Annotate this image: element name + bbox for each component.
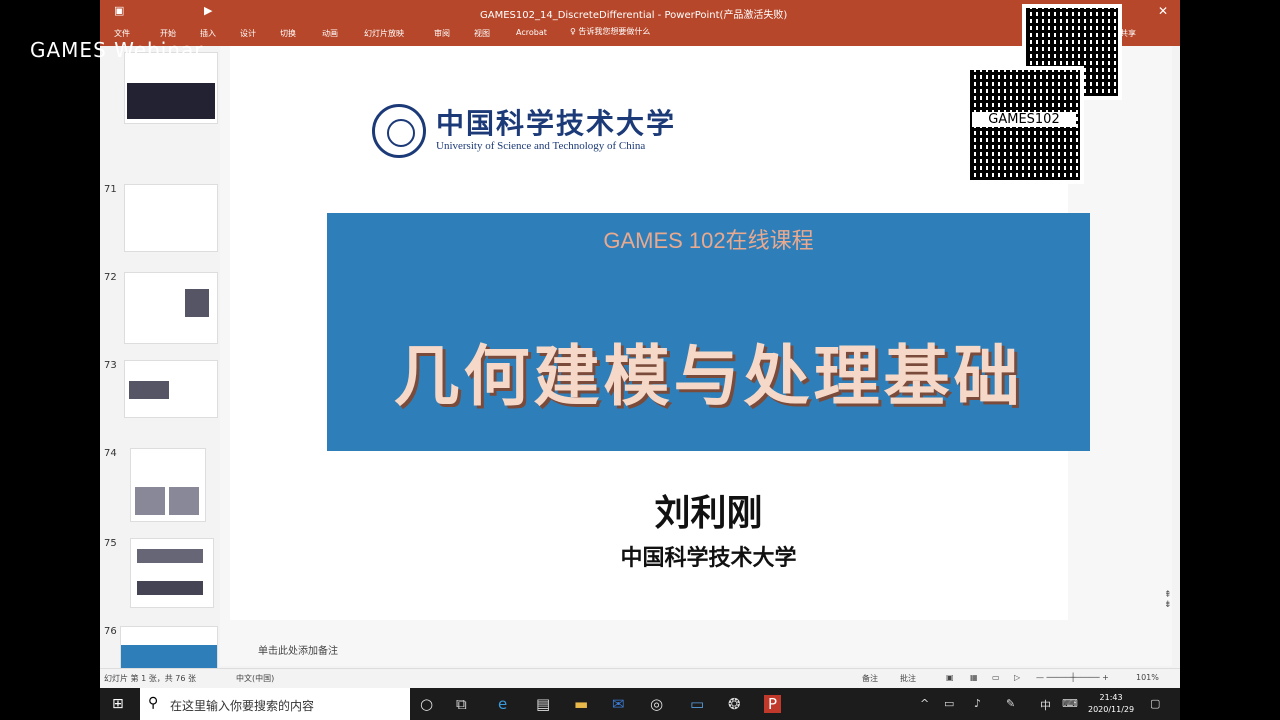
save-icon[interactable]: ▣: [114, 4, 124, 17]
window-title: GAMES102_14_DiscreteDifferential - Power…: [480, 10, 788, 21]
mail-icon[interactable]: ✉: [612, 695, 625, 713]
tab-review[interactable]: 审阅: [434, 28, 450, 39]
app-icon[interactable]: ❂: [728, 695, 741, 713]
cortana-icon[interactable]: ○: [420, 695, 433, 713]
zoom-level[interactable]: 101%: [1136, 673, 1159, 682]
app-icon[interactable]: ▭: [690, 695, 704, 713]
tab-view[interactable]: 视图: [474, 28, 490, 39]
tab-animations[interactable]: 动画: [322, 28, 338, 39]
university-logo-english: University of Science and Technology of …: [436, 140, 646, 152]
notes-button[interactable]: 备注: [862, 673, 878, 684]
close-icon[interactable]: ✕: [1158, 4, 1168, 18]
thumbnail-71[interactable]: [124, 184, 218, 252]
network-icon[interactable]: ▭: [944, 697, 954, 710]
slide-count: 幻灯片 第 1 张，共 76 张: [104, 674, 196, 683]
tell-me-text: 告诉我您想要做什么: [578, 27, 651, 36]
pen-icon[interactable]: ✎: [1006, 697, 1015, 710]
volume-icon[interactable]: ♪: [974, 697, 981, 710]
course-subtitle: GAMES 102在线课程: [603, 228, 814, 253]
comments-button[interactable]: 批注: [900, 673, 916, 684]
windows-start-icon[interactable]: ⊞: [112, 696, 124, 712]
task-view-icon[interactable]: ⧉: [456, 695, 467, 713]
share-button[interactable]: 共享: [1120, 28, 1136, 39]
author-affiliation: 中国科学技术大学: [620, 546, 797, 571]
tab-design[interactable]: 设计: [240, 28, 256, 39]
file-explorer-icon[interactable]: ▬: [574, 695, 588, 713]
status-bar: 幻灯片 第 1 张，共 76 张 中文(中国) 备注 批注 ▣ ▦ ▭ ▷ — …: [100, 668, 1180, 689]
sorter-view-icon[interactable]: ▦: [970, 673, 978, 682]
app-icon[interactable]: ▤: [536, 695, 550, 713]
thumbnail-number: 75: [104, 538, 117, 549]
tab-acrobat[interactable]: Acrobat: [516, 28, 547, 37]
edge-icon[interactable]: e: [498, 695, 507, 713]
ime-icon[interactable]: 中: [1040, 697, 1051, 713]
taskbar-search-box[interactable]: ⚲ 在这里输入你要搜索的内容: [140, 688, 410, 720]
qr-label: GAMES102: [972, 112, 1076, 127]
clock-date: 2020/11/29: [1088, 705, 1135, 714]
tray-arrow-icon[interactable]: ^: [920, 697, 929, 710]
zoom-slider[interactable]: — ─────┼───── +: [1036, 673, 1109, 682]
thumbnail-number: 74: [104, 448, 117, 459]
thumbnail-number: 73: [104, 360, 117, 371]
language-indicator[interactable]: 中文(中国): [236, 673, 274, 684]
tell-me-search[interactable]: ♀ 告诉我您想要做什么: [570, 26, 650, 37]
thumbnail-72[interactable]: [124, 272, 218, 344]
ustc-seal-icon: [372, 104, 426, 158]
normal-view-icon[interactable]: ▣: [946, 673, 954, 682]
university-logo-chinese: 中国科学技术大学: [436, 107, 677, 140]
search-icon: ⚲: [148, 695, 159, 711]
presenter-view-icon[interactable]: ▷: [1014, 673, 1020, 682]
slideshow-icon[interactable]: ▶: [204, 4, 212, 17]
slide-title: 几何建模与处理基础: [393, 338, 1024, 415]
thumbnail-number: 76: [104, 626, 117, 637]
thumbnail-70[interactable]: [124, 52, 218, 124]
taskbar-search-placeholder: 在这里输入你要搜索的内容: [170, 699, 315, 713]
chrome-icon[interactable]: ◎: [650, 695, 663, 713]
ribbon: ▣ ▶ GAMES102_14_DiscreteDifferential - P…: [100, 0, 1180, 46]
title-banner: GAMES 102在线课程 几何建模与处理基础: [327, 213, 1090, 451]
tab-transitions[interactable]: 切换: [280, 28, 296, 39]
thumbnail-73[interactable]: [124, 360, 218, 418]
clock-time: 21:43: [1099, 693, 1123, 702]
notification-icon[interactable]: ▢: [1150, 697, 1160, 710]
thumbnail-number: 71: [104, 184, 117, 195]
thumbnail-number: 72: [104, 272, 117, 283]
author-name: 刘利刚: [654, 493, 763, 534]
thumbnail-75[interactable]: [130, 538, 214, 608]
windows-taskbar: ⊞ ⚲ 在这里输入你要搜索的内容 ○ ⧉ e ▤ ▬ ✉ ◎ ▭ ❂ P ^ ▭…: [100, 688, 1180, 720]
webinar-watermark: GAMES Webinar: [30, 38, 204, 62]
slide-thumbnails-pane: 71 72 73 74 75 76: [100, 46, 220, 676]
reading-view-icon[interactable]: ▭: [992, 673, 1000, 682]
tab-slideshow[interactable]: 幻灯片放映: [364, 28, 404, 39]
powerpoint-taskbar-icon[interactable]: P: [764, 695, 782, 713]
scroll-arrows-icon[interactable]: ⇞ ⇟: [1164, 590, 1172, 610]
clock[interactable]: 21:43 2020/11/29: [1088, 692, 1134, 716]
keyboard-icon[interactable]: ⌨: [1062, 697, 1078, 710]
notes-placeholder[interactable]: 单击此处添加备注: [258, 642, 338, 657]
thumbnail-74[interactable]: [130, 448, 206, 522]
